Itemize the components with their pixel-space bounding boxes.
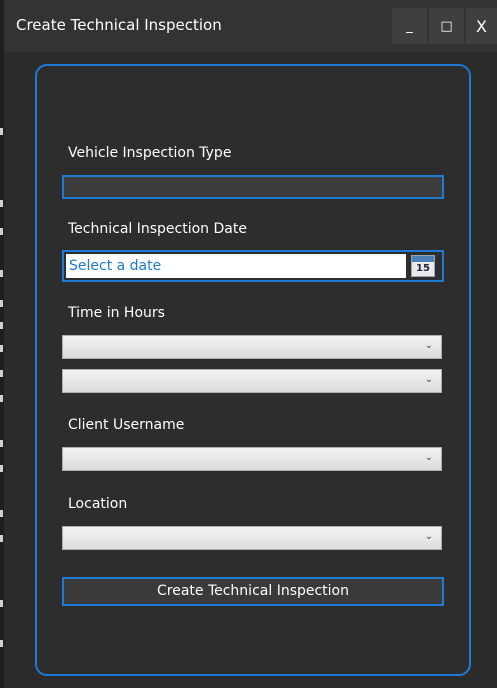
close-button[interactable]: X bbox=[466, 8, 497, 44]
location-dropdown[interactable]: ⌄ bbox=[62, 526, 442, 550]
create-technical-inspection-button[interactable]: Create Technical Inspection bbox=[62, 577, 444, 606]
technical-inspection-date-label: Technical Inspection Date bbox=[68, 221, 247, 237]
client-username-label: Client Username bbox=[68, 417, 185, 433]
chevron-down-icon: ⌄ bbox=[424, 374, 434, 385]
maximize-button[interactable]: □ bbox=[429, 8, 464, 44]
calendar-day: 15 bbox=[416, 263, 430, 274]
calendar-icon[interactable]: 15 bbox=[411, 255, 435, 277]
chevron-down-icon: ⌄ bbox=[424, 452, 434, 463]
date-picker: Select a date 15 bbox=[62, 250, 444, 282]
chevron-down-icon: ⌄ bbox=[424, 340, 434, 351]
title-bar: Create Technical Inspection _ □ X bbox=[4, 0, 497, 52]
date-input[interactable]: Select a date bbox=[66, 254, 406, 278]
location-label: Location bbox=[68, 496, 128, 512]
minutes-dropdown[interactable]: ⌄ bbox=[62, 369, 442, 393]
minimize-button[interactable]: _ bbox=[392, 8, 427, 44]
vehicle-inspection-type-input[interactable] bbox=[62, 175, 444, 199]
time-in-hours-label: Time in Hours bbox=[68, 305, 165, 321]
chevron-down-icon: ⌄ bbox=[424, 531, 434, 542]
client-username-dropdown[interactable]: ⌄ bbox=[62, 447, 442, 471]
vehicle-inspection-type-label: Vehicle Inspection Type bbox=[68, 145, 232, 161]
background-app-edge bbox=[0, 0, 4, 688]
window-title: Create Technical Inspection bbox=[16, 16, 222, 34]
hours-dropdown[interactable]: ⌄ bbox=[62, 335, 442, 359]
